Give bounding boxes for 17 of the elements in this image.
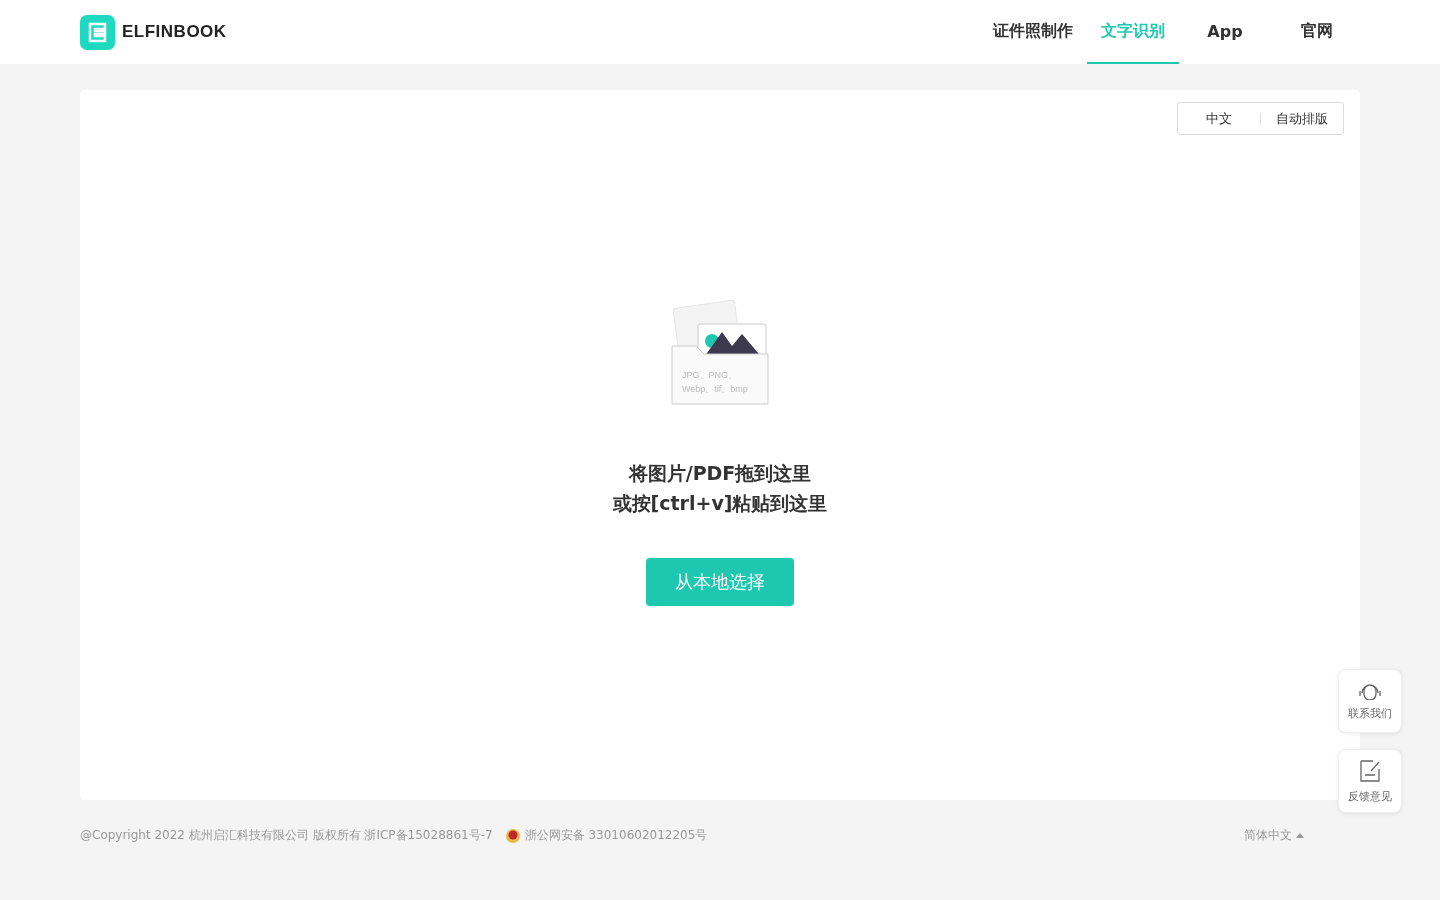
copyright-text: @Copyright 2022 杭州启汇科技有限公司 版权所有 浙ICP备15028861号-7 [80, 827, 493, 844]
contact-button[interactable]: 联系我们 [1338, 669, 1402, 733]
paste-hint: 或按[ctrl+v]粘贴到这里 [612, 491, 828, 516]
edit-note-icon [1359, 758, 1381, 783]
layout-option[interactable]: 自动排版 [1261, 109, 1343, 128]
police-badge-icon [504, 827, 521, 844]
nav-tab[interactable]: 官网 [1271, 0, 1363, 64]
formats-text: JPG、PNG、 [682, 369, 738, 382]
language-option[interactable]: 中文 [1178, 109, 1260, 128]
nav-tab[interactable]: App [1179, 0, 1271, 64]
nav-tab[interactable]: 证件照制作 [979, 0, 1087, 64]
caret-icon [1296, 833, 1304, 838]
feedback-button[interactable]: 反馈意见 [1338, 749, 1402, 813]
logo-text: ELFINBOOK [122, 22, 227, 42]
headset-icon [1356, 681, 1384, 700]
logo-icon [80, 14, 115, 50]
drop-hint: 将图片/PDF拖到这里 [628, 461, 812, 486]
